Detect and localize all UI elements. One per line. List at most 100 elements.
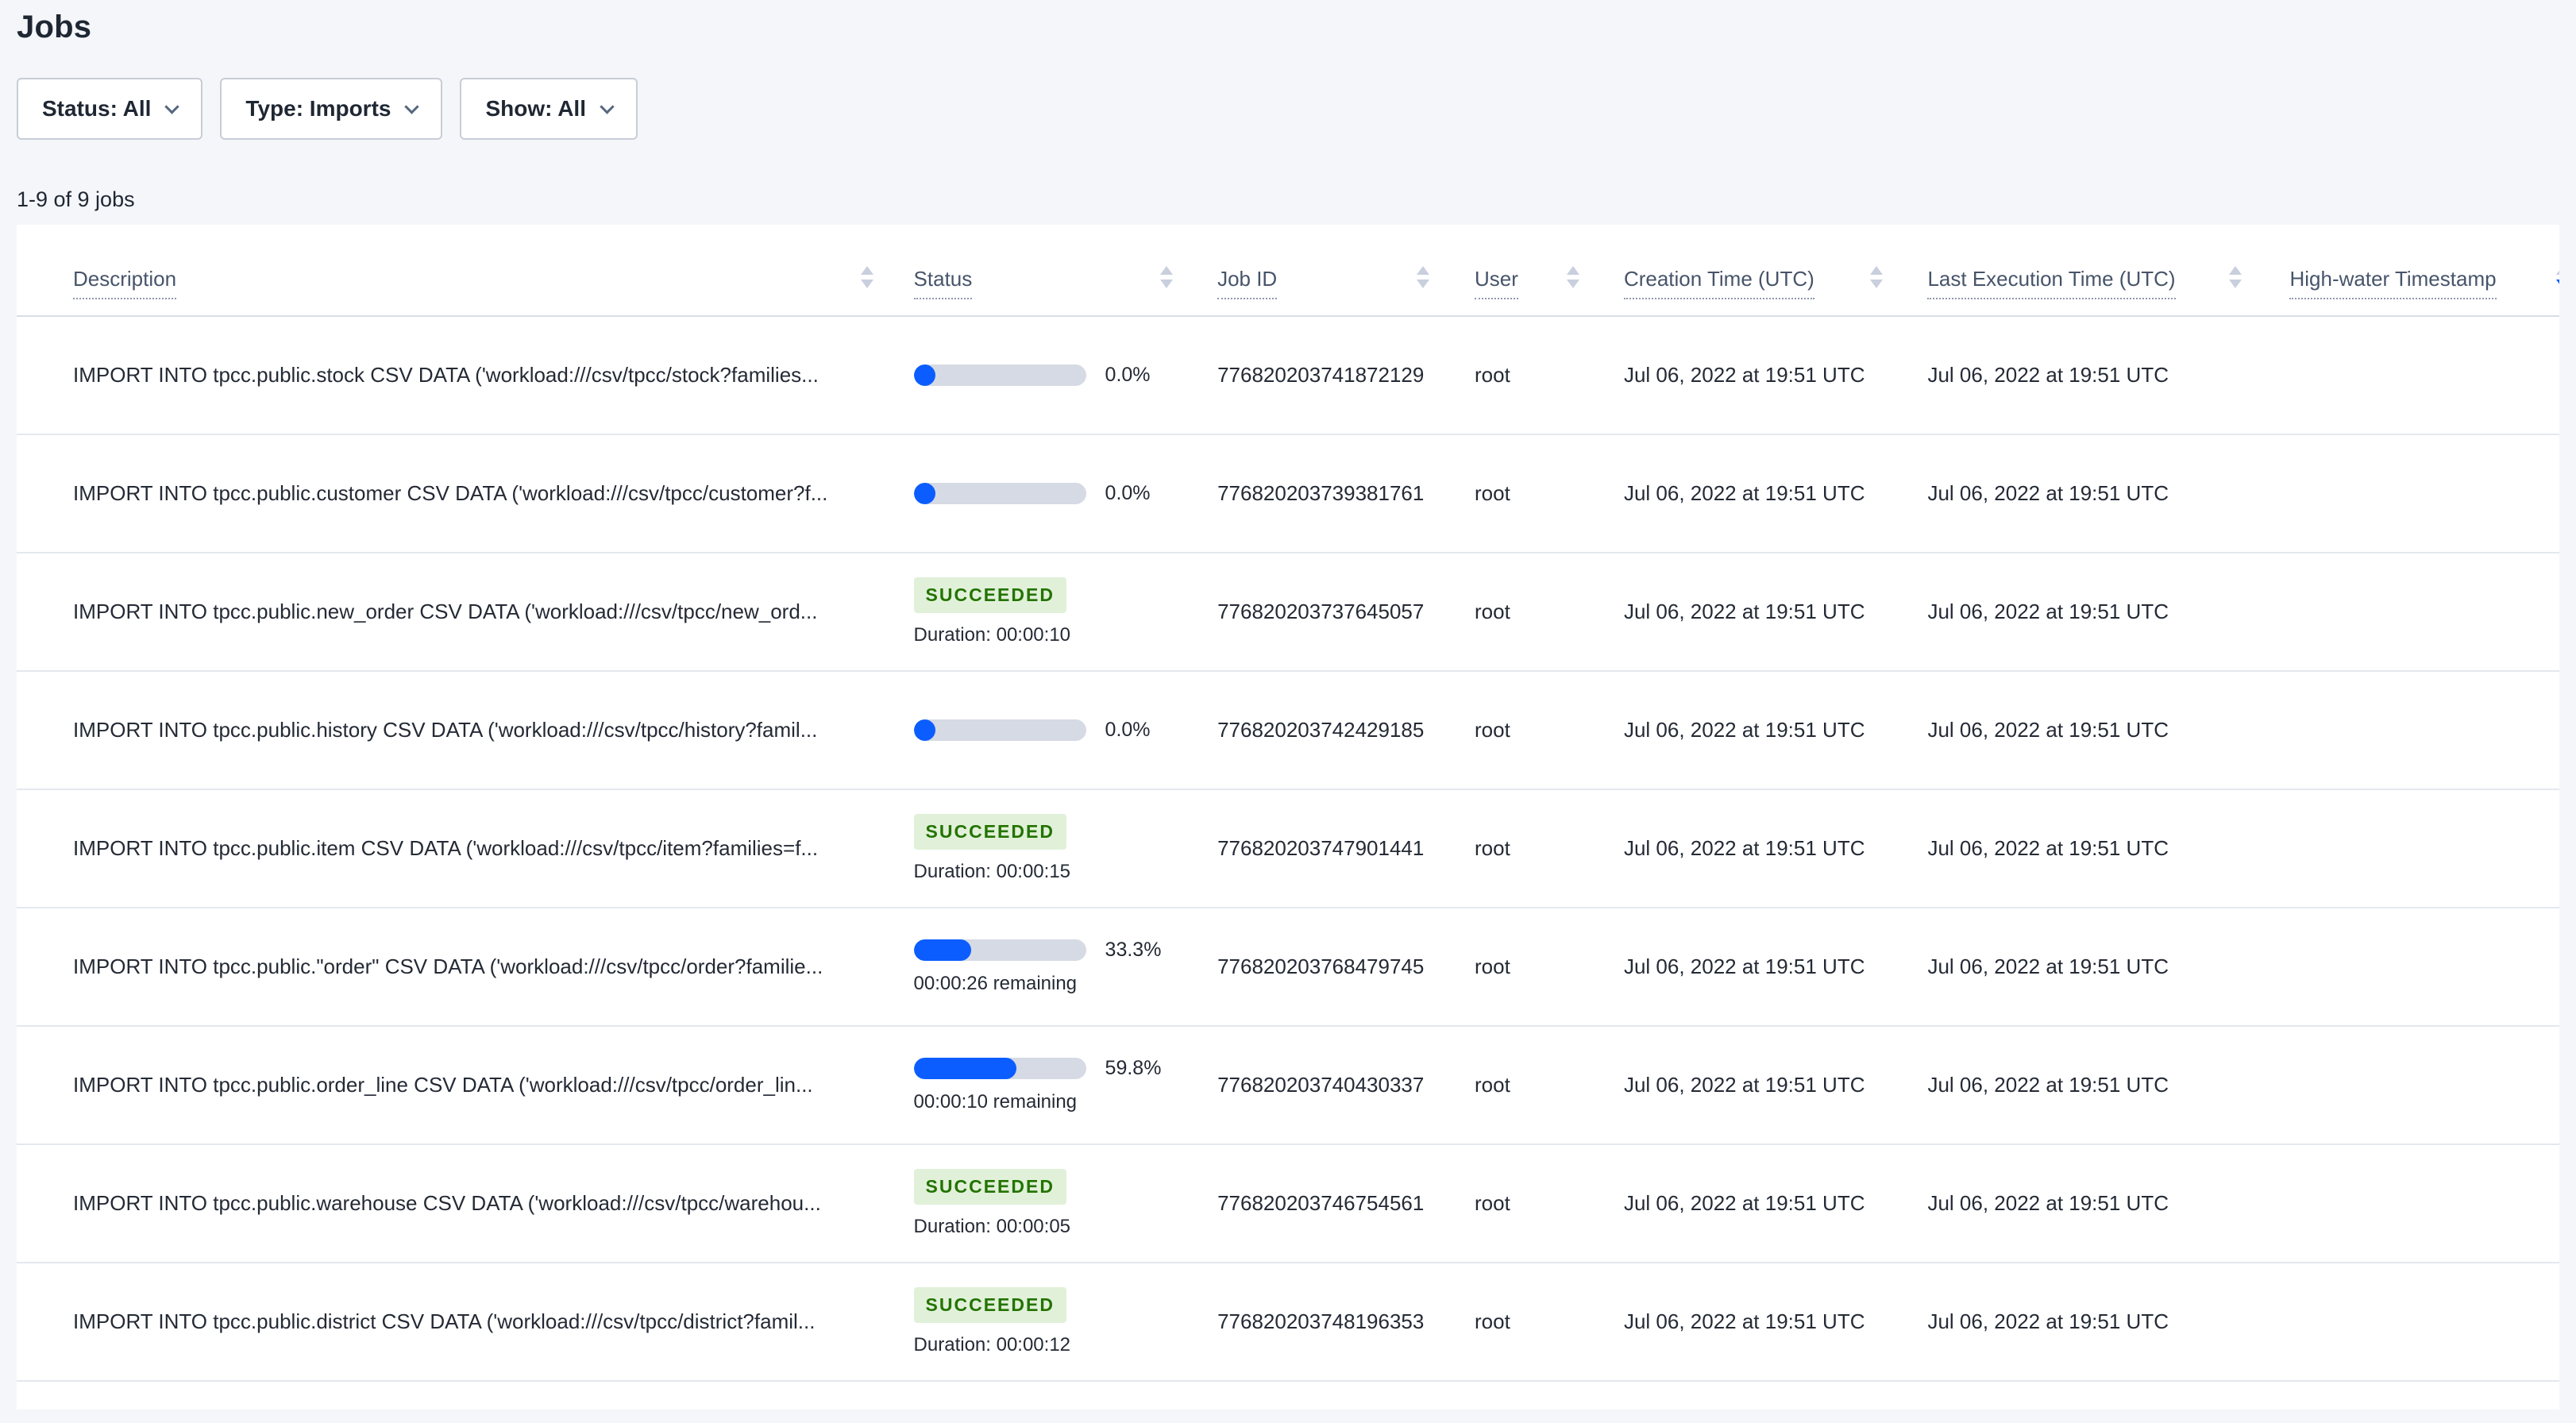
progress-bar (913, 483, 1086, 504)
column-header-status[interactable]: Status (885, 266, 1185, 315)
status-badge: SUCCEEDED (913, 577, 1066, 613)
job-status-cell: SUCCEEDED Duration: 00:00:10 (885, 553, 1185, 670)
job-high-water-timestamp (2253, 672, 2559, 789)
table-row[interactable]: IMPORT INTO tpcc.public.stock CSV DATA (… (17, 317, 2559, 435)
chevron-down-icon (404, 98, 420, 114)
job-creation-time: Jul 06, 2022 at 19:51 UTC (1623, 600, 1865, 623)
table-row[interactable]: IMPORT INTO tpcc.public.order_line CSV D… (17, 1027, 2559, 1145)
job-status-cell: SUCCEEDED Duration: 00:00:15 (885, 790, 1185, 907)
sort-icon[interactable] (1566, 266, 1579, 299)
sort-icon[interactable] (2556, 266, 2559, 299)
status-filter-label: Status: All (42, 96, 152, 121)
sort-icon[interactable] (1870, 266, 1884, 299)
progress-bar-fill (913, 364, 935, 386)
table-body: IMPORT INTO tpcc.public.stock CSV DATA (… (17, 317, 2559, 1382)
column-header-creation-time[interactable]: Creation Time (UTC) (1591, 266, 1895, 315)
column-header-description[interactable]: Description (17, 266, 885, 315)
job-id: 776820203740430337 (1217, 1073, 1425, 1097)
sort-icon[interactable] (1160, 266, 1174, 299)
progress-line: 0.0% (913, 364, 1151, 387)
job-status-cell: 0.0% (885, 435, 1185, 552)
type-filter-dropdown[interactable]: Type: Imports (220, 78, 443, 140)
job-last-execution-time: Jul 06, 2022 at 19:51 UTC (1927, 1073, 2169, 1097)
progress-bar (913, 719, 1086, 741)
job-description-cell: IMPORT INTO tpcc.public."order" CSV DATA… (17, 908, 885, 1025)
sort-icon[interactable] (860, 266, 873, 299)
job-id: 776820203768479745 (1217, 954, 1425, 978)
job-description-cell: IMPORT INTO tpcc.public.customer CSV DAT… (17, 435, 885, 552)
job-description-link[interactable]: IMPORT INTO tpcc.public.order_line CSV D… (73, 1073, 813, 1097)
job-status-cell: 0.0% (885, 317, 1185, 434)
status-badge: SUCCEEDED (913, 1169, 1066, 1205)
job-description-cell: IMPORT INTO tpcc.public.district CSV DAT… (17, 1263, 885, 1380)
job-description-link[interactable]: IMPORT INTO tpcc.public.customer CSV DAT… (73, 481, 827, 506)
progress-percent: 0.0% (1105, 719, 1151, 741)
job-creation-time: Jul 06, 2022 at 19:51 UTC (1623, 954, 1865, 978)
job-high-water-timestamp (2253, 435, 2559, 552)
job-high-water-timestamp (2253, 1145, 2559, 1262)
job-id: 776820203742429185 (1217, 718, 1425, 742)
table-row[interactable]: IMPORT INTO tpcc.public.district CSV DAT… (17, 1263, 2559, 1382)
column-header-last-execution-time[interactable]: Last Execution Time (UTC) (1894, 266, 2253, 315)
job-last-execution-time: Jul 06, 2022 at 19:51 UTC (1927, 481, 2169, 505)
job-high-water-timestamp (2253, 1027, 2559, 1143)
show-filter-dropdown[interactable]: Show: All (460, 78, 638, 140)
chevron-down-icon (164, 98, 180, 114)
job-description-link[interactable]: IMPORT INTO tpcc.public.district CSV DAT… (73, 1309, 815, 1334)
progress-line: 0.0% (913, 482, 1151, 505)
job-last-execution-time: Jul 06, 2022 at 19:51 UTC (1927, 363, 2169, 387)
job-description-cell: IMPORT INTO tpcc.public.new_order CSV DA… (17, 553, 885, 670)
job-last-execution-time: Jul 06, 2022 at 19:51 UTC (1927, 600, 2169, 623)
job-high-water-timestamp (2253, 790, 2559, 907)
progress-line: 33.3% (913, 939, 1161, 962)
table-header: Description Status Job ID User Creation … (17, 225, 2559, 317)
table-row[interactable]: IMPORT INTO tpcc.public.history CSV DATA… (17, 672, 2559, 790)
job-creation-time: Jul 06, 2022 at 19:51 UTC (1623, 1309, 1865, 1333)
job-creation-time: Jul 06, 2022 at 19:51 UTC (1623, 363, 1865, 387)
sort-icon[interactable] (1417, 266, 1430, 299)
time-remaining: 00:00:26 remaining (913, 973, 1078, 994)
job-status-cell: 0.0% (885, 672, 1185, 789)
table-row[interactable]: IMPORT INTO tpcc.public.customer CSV DAT… (17, 435, 2559, 553)
job-description-link[interactable]: IMPORT INTO tpcc.public.history CSV DATA… (73, 718, 817, 742)
job-description-link[interactable]: IMPORT INTO tpcc.public.warehouse CSV DA… (73, 1191, 821, 1216)
job-description-link[interactable]: IMPORT INTO tpcc.public.new_order CSV DA… (73, 600, 817, 624)
job-user: root (1475, 1191, 1510, 1215)
results-count: 1-9 of 9 jobs (17, 187, 135, 211)
job-id: 776820203739381761 (1217, 481, 1425, 505)
job-description-link[interactable]: IMPORT INTO tpcc.public.stock CSV DATA (… (73, 363, 819, 388)
table-row[interactable]: IMPORT INTO tpcc.public.item CSV DATA ('… (17, 790, 2559, 908)
job-user: root (1475, 718, 1510, 742)
job-last-execution-time: Jul 06, 2022 at 19:51 UTC (1927, 1191, 2169, 1215)
table-row[interactable]: IMPORT INTO tpcc.public.new_order CSV DA… (17, 553, 2559, 672)
column-header-job-id[interactable]: Job ID (1184, 266, 1440, 315)
column-header-user[interactable]: User (1440, 266, 1591, 315)
table-row[interactable]: IMPORT INTO tpcc.public."order" CSV DATA… (17, 908, 2559, 1027)
progress-percent: 59.8% (1105, 1057, 1162, 1079)
status-badge: SUCCEEDED (913, 814, 1066, 850)
job-high-water-timestamp (2253, 1263, 2559, 1380)
sort-icon[interactable] (2229, 266, 2242, 299)
job-description-link[interactable]: IMPORT INTO tpcc.public."order" CSV DATA… (73, 954, 823, 979)
type-filter-label: Type: Imports (245, 96, 391, 121)
job-description-cell: IMPORT INTO tpcc.public.order_line CSV D… (17, 1027, 885, 1143)
job-id: 776820203748196353 (1217, 1309, 1425, 1333)
jobs-table: Description Status Job ID User Creation … (17, 225, 2559, 1410)
job-description-link[interactable]: IMPORT INTO tpcc.public.item CSV DATA ('… (73, 836, 818, 861)
table-row[interactable]: IMPORT INTO tpcc.public.warehouse CSV DA… (17, 1145, 2559, 1263)
column-header-high-water-timestamp[interactable]: High-water Timestamp (2253, 266, 2559, 315)
progress-percent: 0.0% (1105, 482, 1151, 504)
job-user: root (1475, 600, 1510, 623)
job-last-execution-time: Jul 06, 2022 at 19:51 UTC (1927, 836, 2169, 860)
filters-bar: Status: All Type: Imports Show: All (17, 78, 2576, 140)
job-id: 776820203746754561 (1217, 1191, 1425, 1215)
job-description-cell: IMPORT INTO tpcc.public.warehouse CSV DA… (17, 1145, 885, 1262)
show-filter-label: Show: All (485, 96, 586, 121)
progress-line: 0.0% (913, 719, 1151, 742)
chevron-down-icon (600, 98, 615, 114)
duration: Duration: 00:00:10 (913, 624, 1071, 646)
status-filter-dropdown[interactable]: Status: All (17, 78, 203, 140)
jobs-page: Jobs Status: All Type: Imports Show: All… (0, 0, 2576, 1423)
progress-bar (913, 364, 1086, 386)
job-high-water-timestamp (2253, 317, 2559, 434)
